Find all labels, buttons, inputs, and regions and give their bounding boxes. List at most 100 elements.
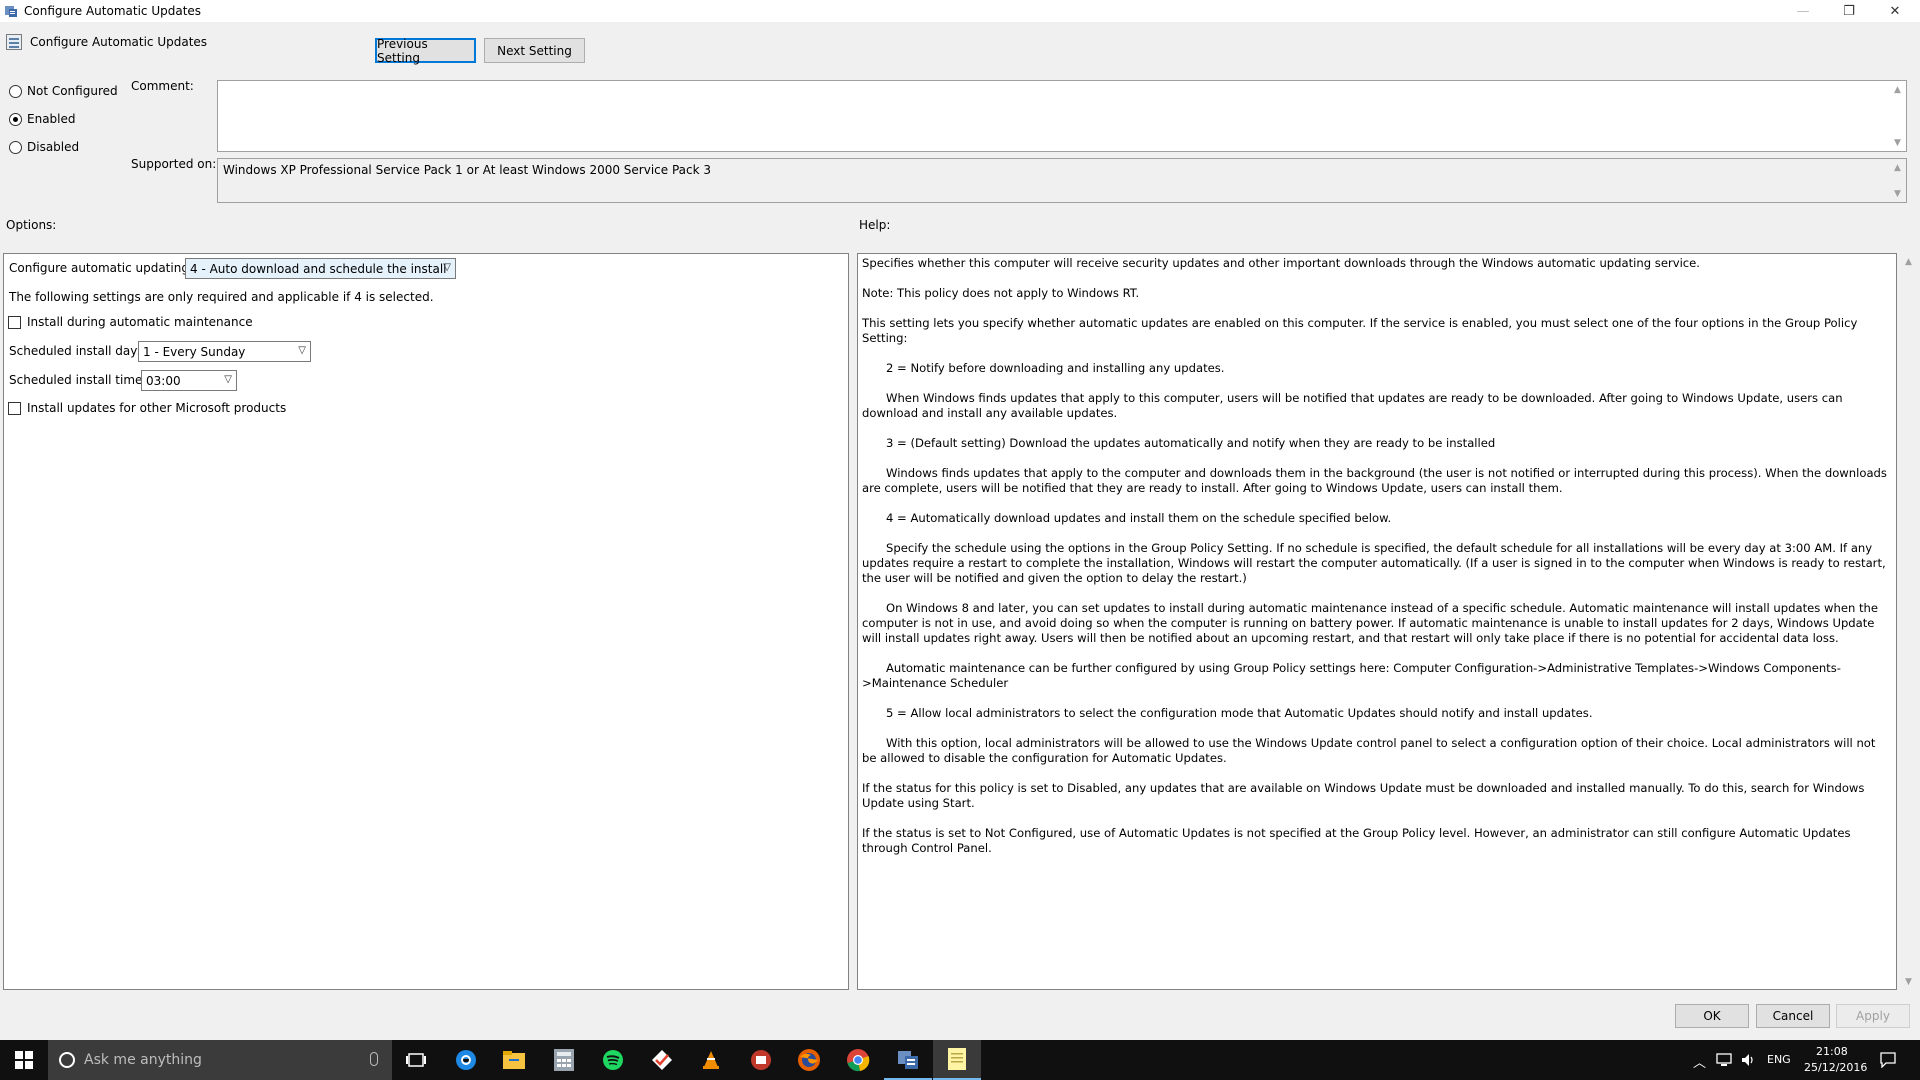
taskbar-group-policy[interactable]: [884, 1040, 932, 1080]
help-paragraph: 3 = (Default setting) Download the updat…: [886, 436, 1496, 450]
apply-button[interactable]: Apply: [1836, 1004, 1910, 1028]
radio-disabled[interactable]: Disabled: [9, 140, 79, 154]
close-button[interactable]: ✕: [1872, 0, 1918, 22]
policy-header: Configure Automatic Updates: [6, 34, 207, 50]
minimize-button[interactable]: —: [1780, 0, 1826, 22]
maintenance-checkbox-row[interactable]: Install during automatic maintenance: [8, 315, 253, 329]
scroll-up-icon[interactable]: ▲: [1900, 253, 1917, 270]
scroll-down-icon[interactable]: ▼: [1889, 134, 1906, 151]
comment-textarea[interactable]: ▲ ▼: [217, 80, 1907, 152]
comment-scrollbar[interactable]: ▲ ▼: [1889, 81, 1906, 151]
windows-icon: [15, 1051, 33, 1069]
scroll-down-icon[interactable]: ▼: [1900, 973, 1917, 990]
select-value: 03:00: [146, 373, 181, 388]
chevron-down-icon: ▽: [443, 262, 451, 273]
help-paragraph: Automatic maintenance can be further con…: [862, 661, 1841, 690]
previous-setting-button[interactable]: Previous Setting: [375, 37, 476, 65]
help-paragraph: If the status for this policy is set to …: [862, 781, 1865, 810]
radio-circle[interactable]: [9, 84, 22, 98]
app-icon: [751, 1050, 771, 1070]
spotify-icon: [603, 1050, 623, 1070]
todoist-icon: [652, 1050, 672, 1070]
scroll-down-icon[interactable]: ▼: [1889, 185, 1906, 202]
firefox-icon: [798, 1049, 820, 1071]
supported-textbox: Windows XP Professional Service Pack 1 o…: [217, 158, 1907, 203]
radio-not-configured[interactable]: Not Configured: [9, 84, 118, 98]
minimize-icon: —: [1796, 3, 1810, 19]
help-paragraph: Specify the schedule using the options i…: [862, 541, 1886, 585]
start-button[interactable]: [0, 1040, 48, 1080]
taskbar-chrome[interactable]: [834, 1040, 882, 1080]
help-paragraph: Specifies whether this computer will rec…: [862, 256, 1700, 270]
help-paragraph: When Windows finds updates that apply to…: [862, 391, 1843, 420]
chrome-icon: [847, 1049, 870, 1072]
supported-scrollbar[interactable]: ▲ ▼: [1889, 159, 1906, 202]
help-paragraph: Note: This policy does not apply to Wind…: [862, 286, 1140, 300]
supported-label: Supported on:: [131, 157, 217, 171]
comment-label: Comment:: [131, 79, 194, 93]
taskbar-vlc[interactable]: [687, 1040, 735, 1080]
task-view-button[interactable]: [392, 1040, 440, 1080]
help-paragraph: 4 = Automatically download updates and i…: [886, 511, 1392, 525]
group-policy-icon: [4, 4, 18, 18]
restore-button[interactable]: ❐: [1826, 0, 1872, 22]
ok-button[interactable]: OK: [1675, 1004, 1749, 1028]
radio-circle[interactable]: [9, 140, 22, 154]
configure-updating-select[interactable]: 4 - Auto download and schedule the insta…: [185, 258, 456, 279]
scroll-up-icon[interactable]: ▲: [1889, 81, 1906, 98]
install-day-select[interactable]: 1 - Every Sunday ▽: [138, 341, 311, 362]
help-text: Specifies whether this computer will rec…: [862, 256, 1890, 871]
help-label: Help:: [859, 218, 891, 232]
clock-time[interactable]: 21:08: [1816, 1045, 1848, 1058]
taskbar-app[interactable]: [737, 1040, 785, 1080]
title-bar: Configure Automatic Updates — ❐ ✕: [0, 0, 1920, 22]
options-note: The following settings are only required…: [9, 290, 434, 304]
task-view-icon: [406, 1053, 426, 1067]
clock-date[interactable]: 25/12/2016: [1804, 1061, 1867, 1074]
chevron-down-icon: ▽: [298, 345, 306, 356]
group-policy-icon: [898, 1051, 918, 1069]
other-products-checkbox[interactable]: [8, 401, 21, 415]
options-label: Options:: [6, 218, 57, 232]
close-icon: ✕: [1889, 3, 1901, 19]
next-setting-button[interactable]: Next Setting: [484, 38, 585, 63]
chevron-up-icon[interactable]: ︿: [1693, 1052, 1706, 1071]
radio-label: Not Configured: [27, 84, 118, 98]
radio-enabled[interactable]: Enabled: [9, 112, 76, 126]
help-scrollbar[interactable]: ▲ ▼: [1900, 253, 1917, 990]
network-icon[interactable]: [1716, 1053, 1732, 1067]
taskbar-todoist[interactable]: [638, 1040, 686, 1080]
volume-icon[interactable]: [1741, 1053, 1757, 1067]
select-value: 1 - Every Sunday: [143, 344, 246, 359]
help-paragraph: Windows finds updates that apply to the …: [862, 466, 1887, 495]
help-paragraph: With this option, local administrators w…: [862, 736, 1876, 765]
radio-label: Disabled: [27, 140, 80, 154]
cortana-search[interactable]: Ask me anything: [48, 1040, 392, 1080]
language-indicator[interactable]: ENG: [1767, 1053, 1791, 1066]
action-center-icon[interactable]: [1880, 1052, 1896, 1068]
taskbar-edge[interactable]: [442, 1040, 490, 1080]
taskbar-file-explorer[interactable]: [490, 1040, 538, 1080]
help-paragraph: This setting lets you specify whether au…: [862, 316, 1858, 345]
policy-icon: [6, 34, 22, 50]
microphone-icon[interactable]: [370, 1052, 378, 1066]
taskbar-calculator[interactable]: [540, 1040, 588, 1080]
install-time-select[interactable]: 03:00 ▽: [141, 370, 237, 391]
policy-name: Configure Automatic Updates: [30, 35, 208, 49]
taskbar-notes[interactable]: [933, 1040, 981, 1080]
taskbar-firefox[interactable]: [785, 1040, 833, 1080]
chevron-down-icon: ▽: [224, 374, 232, 385]
window-title: Configure Automatic Updates: [24, 4, 202, 18]
options-panel: [3, 253, 849, 990]
radio-circle[interactable]: [9, 112, 22, 126]
scroll-up-icon[interactable]: ▲: [1889, 159, 1906, 176]
other-products-checkbox-row[interactable]: Install updates for other Microsoft prod…: [8, 401, 286, 415]
search-placeholder: Ask me anything: [84, 1052, 202, 1068]
vlc-icon: [703, 1051, 719, 1069]
select-value: 4 - Auto download and schedule the insta…: [190, 261, 447, 276]
file-explorer-icon: [503, 1051, 525, 1069]
cancel-button[interactable]: Cancel: [1756, 1004, 1830, 1028]
install-time-label: Scheduled install time:: [9, 373, 147, 387]
taskbar-spotify[interactable]: [589, 1040, 637, 1080]
maintenance-checkbox[interactable]: [8, 315, 21, 329]
